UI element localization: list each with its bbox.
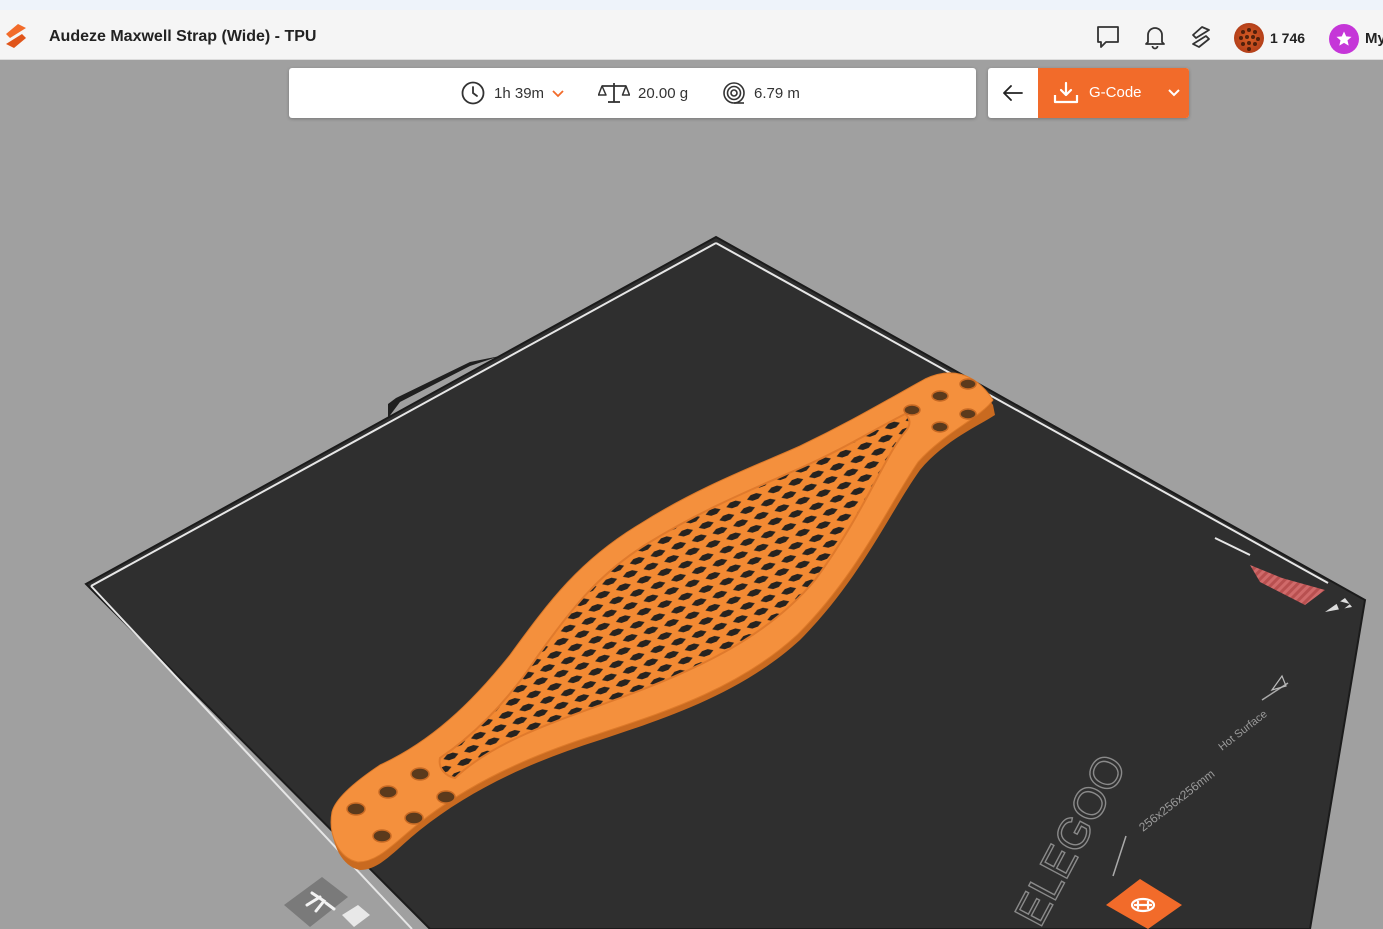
bell-icon[interactable]	[1142, 24, 1168, 50]
filament-weight-value: 20.00 g	[638, 84, 689, 102]
slice-stats-panel: 1h 39m 20.00 g 6.79 m	[289, 68, 976, 118]
scale-icon	[598, 83, 630, 103]
cut-tool-button[interactable]	[282, 875, 372, 929]
print-time-stat[interactable]: 1h 39m	[460, 81, 573, 105]
filament-spool-icon	[723, 82, 745, 104]
comment-icon[interactable]	[1095, 24, 1121, 50]
document-title: Audeze Maxwell Strap (Wide) - TPU	[49, 28, 317, 45]
download-icon	[1053, 81, 1079, 104]
filament-length-value: 6.79 m	[754, 84, 800, 102]
action-panel: G-Code	[988, 68, 1189, 118]
slicer-icon[interactable]	[1188, 24, 1214, 50]
browser-strip	[0, 0, 1383, 10]
back-button[interactable]	[988, 68, 1038, 118]
coin-count: 1 746	[1270, 30, 1306, 46]
download-gcode-label: G-Code	[1089, 84, 1142, 101]
app-logo-icon[interactable]	[4, 23, 28, 49]
build-plate-viewport[interactable]: ELEGOO 256x256x256mm Hot Surface	[0, 60, 1383, 929]
arrow-left-icon	[1003, 85, 1023, 101]
filament-length-stat: 6.79 m	[722, 81, 800, 105]
user-menu-label[interactable]: My	[1365, 30, 1383, 47]
support-tool-button[interactable]	[1104, 875, 1184, 929]
download-gcode-button[interactable]: G-Code	[1038, 68, 1189, 118]
print-time-value: 1h 39m	[494, 84, 545, 102]
filament-weight-stat: 20.00 g	[598, 81, 688, 105]
chevron-down-icon[interactable]	[551, 86, 565, 100]
coin-avatar-icon[interactable]	[1234, 23, 1264, 53]
top-bar: Audeze Maxwell Strap (Wide) - TPU 1 746	[0, 10, 1383, 60]
chevron-down-icon[interactable]	[1167, 86, 1181, 100]
build-plate-scene: ELEGOO 256x256x256mm Hot Surface	[84, 235, 1367, 929]
clock-icon	[461, 81, 485, 105]
star-icon[interactable]	[1329, 24, 1359, 54]
